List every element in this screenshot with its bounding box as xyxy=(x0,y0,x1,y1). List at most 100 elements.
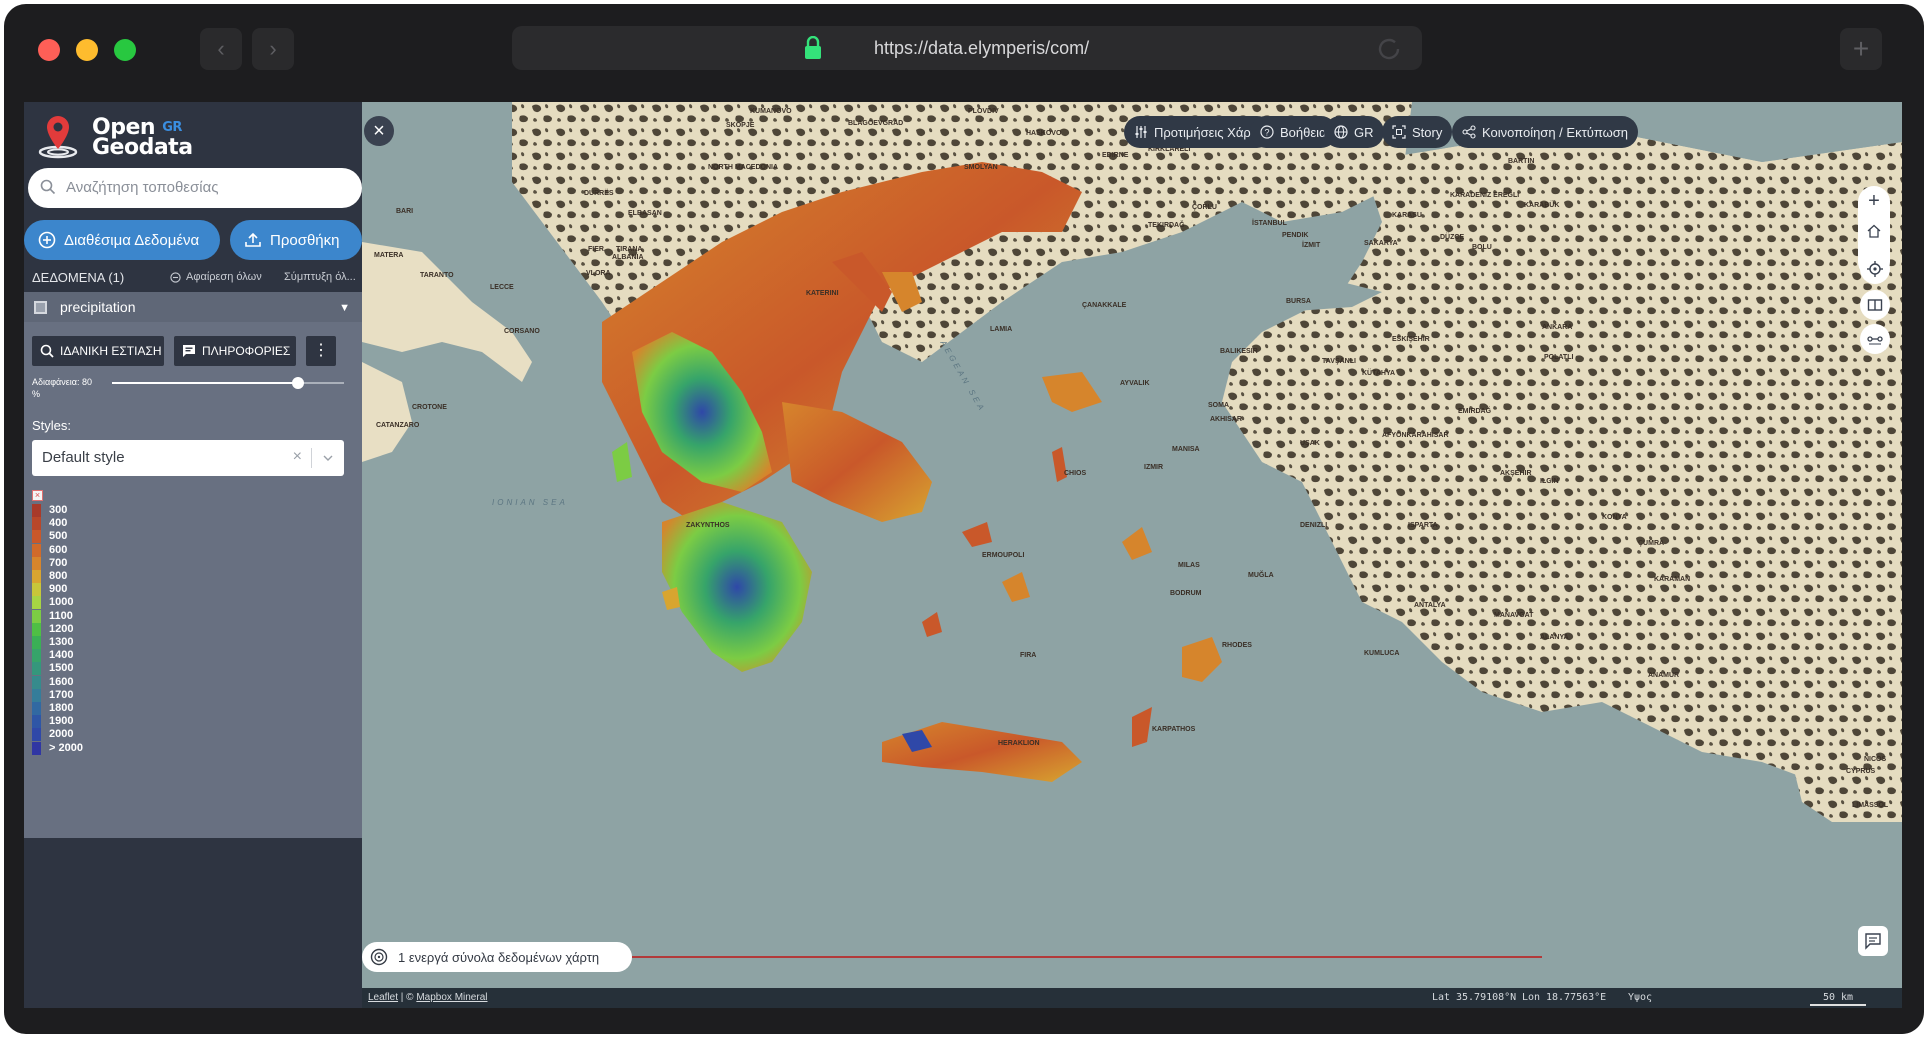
data-count: ΔΕΔΟΜΕΝΑ (1) xyxy=(32,270,125,285)
data-header: ΔΕΔΟΜΕΝΑ (1) Αφαίρεση όλων Σύμπτυξη όλ..… xyxy=(32,268,360,288)
map-label: IZMIR xyxy=(1144,464,1164,471)
legend-swatch xyxy=(32,543,41,557)
opacity-slider-thumb[interactable] xyxy=(291,377,304,389)
legend-item: 600 xyxy=(32,543,172,557)
story-button[interactable]: Story xyxy=(1382,116,1453,148)
layer-visibility-checkbox[interactable] xyxy=(34,301,47,314)
caret-down-icon[interactable]: ▼ xyxy=(339,302,350,314)
map-label: BLAGOEVGRAD xyxy=(848,120,904,127)
map-label: ANKARA xyxy=(1542,324,1573,331)
legend-item: > 2000 xyxy=(32,741,172,755)
kebab-menu-icon: ⋮ xyxy=(313,342,329,359)
map-label: DURRËS xyxy=(584,190,614,197)
add-data-button[interactable]: Προσθήκη xyxy=(230,220,362,260)
active-datasets-status[interactable]: 1 ενεργά σύνολα δεδομένων χάρτη xyxy=(362,942,632,972)
opacity-slider-fill xyxy=(112,382,298,384)
language-label: GR xyxy=(1354,124,1374,140)
app-content: Open GR Geodata Αναζήτηση τοποθεσίας Δια… xyxy=(24,102,1902,1008)
available-data-button[interactable]: Διαθέσιμα Δεδομένα xyxy=(24,220,220,260)
map-label: KARAMAN xyxy=(1654,576,1691,583)
crosshair-icon xyxy=(1867,261,1883,277)
map-label: MILAS xyxy=(1178,562,1200,569)
more-options-button[interactable]: ⋮ xyxy=(306,336,336,366)
home-button[interactable] xyxy=(1858,216,1890,246)
maximize-window-button[interactable] xyxy=(114,39,136,61)
style-select[interactable]: Default style × xyxy=(32,440,344,476)
language-button[interactable]: GR xyxy=(1324,116,1384,148)
location-search-input[interactable]: Αναζήτηση τοποθεσίας xyxy=(28,168,362,208)
address-bar[interactable]: https://data.elymperis/com/ xyxy=(512,26,1422,70)
reload-icon[interactable] xyxy=(1376,36,1402,62)
legend-item: 400 xyxy=(32,517,172,531)
svg-text:?: ? xyxy=(1264,128,1269,138)
minimize-window-button[interactable] xyxy=(76,39,98,61)
mapbox-link[interactable]: Mapbox Mineral xyxy=(416,992,487,1003)
map-label: ÇORLU xyxy=(1192,204,1217,211)
compare-button[interactable] xyxy=(1860,290,1890,320)
collapse-all-button[interactable]: Σύμπτυξη όλ... xyxy=(284,271,356,283)
map-label: BODRUM xyxy=(1170,590,1202,597)
map-label: ALANYA xyxy=(1540,634,1569,641)
map-label: TEKIRDAĞ xyxy=(1148,222,1185,229)
map-label: NORTH MACEDONIA xyxy=(708,164,778,171)
leaflet-link[interactable]: Leaflet xyxy=(368,992,398,1003)
legend-swatch xyxy=(32,675,41,689)
map-view[interactable]: NORTH MACEDONIA ALBANIA TIRANA BARI DURR… xyxy=(362,102,1902,1008)
chevron-right-icon: › xyxy=(269,36,277,61)
legend-label: 1600 xyxy=(49,675,74,688)
map-label: ISPARTA xyxy=(1408,522,1438,529)
comment-icon xyxy=(183,345,195,357)
zoom-in-button[interactable]: + xyxy=(1858,186,1890,216)
map-label: HASKOVO xyxy=(1026,130,1062,137)
opacity-label: Αδιαφάνεια: 80 % xyxy=(32,376,92,400)
legend-label: 1000 xyxy=(49,596,74,609)
map-label: SOMA xyxy=(1208,402,1229,409)
map-label: LIMASSOL xyxy=(1852,802,1889,809)
legend-item: 300 xyxy=(32,504,172,517)
attribution: Leaflet | © Mapbox Mineral xyxy=(368,992,488,1003)
locate-button[interactable] xyxy=(1860,254,1890,284)
map-label: CHIOS xyxy=(1064,470,1087,477)
timeline-bar[interactable] xyxy=(632,956,1542,958)
layer-row[interactable]: precipitation ▼ xyxy=(24,292,362,322)
upload-icon xyxy=(245,232,261,247)
minus-circle-icon xyxy=(170,271,181,283)
map-label: ANTALYA xyxy=(1414,602,1446,609)
available-data-label: Διαθέσιμα Δεδομένα xyxy=(64,231,200,249)
lat-value: 35.79108°N xyxy=(1456,992,1517,1003)
map-label: POLATLI xyxy=(1544,354,1574,361)
back-button[interactable]: ‹ xyxy=(200,28,242,70)
forward-button[interactable]: › xyxy=(252,28,294,70)
map-label: ESKIŞEHIR xyxy=(1392,336,1430,343)
logo-line-2: Geodata xyxy=(92,135,193,160)
share-icon xyxy=(1462,125,1476,139)
chevron-down-icon[interactable] xyxy=(322,452,334,464)
close-window-button[interactable] xyxy=(38,39,60,61)
map-label: TAVŞANLI xyxy=(1322,358,1356,365)
opacity-slider[interactable] xyxy=(112,377,344,389)
new-tab-button[interactable]: + xyxy=(1840,28,1882,70)
legend-label: 1500 xyxy=(49,662,74,675)
map-label: AFYONKARAHISAR xyxy=(1382,432,1449,439)
map-label: İSTANBUL xyxy=(1252,220,1287,227)
ideal-zoom-button[interactable]: ΙΔΑΝΙΚΗ ΕΣΤΙΑΣΗ xyxy=(32,336,164,366)
legend-item: 1100 xyxy=(32,609,172,623)
remove-all-button[interactable]: Αφαίρεση όλων xyxy=(170,271,262,283)
legend-swatch xyxy=(32,570,41,583)
measure-button[interactable] xyxy=(1860,324,1890,354)
legend-label: 400 xyxy=(49,517,68,530)
legend-item: 1400 xyxy=(32,649,172,663)
plus-icon: + xyxy=(1868,189,1880,212)
close-sidebar-button[interactable]: × xyxy=(364,116,394,146)
attribution-separator: | © xyxy=(398,992,417,1003)
opacity-text: Αδιαφάνεια: 80 xyxy=(32,377,92,387)
clear-icon[interactable]: × xyxy=(293,448,302,466)
legend-label: 300 xyxy=(49,504,68,516)
info-button[interactable]: ΠΛΗΡΟΦΟΡΙΕΣ xyxy=(174,336,296,366)
feedback-button[interactable] xyxy=(1858,926,1888,956)
legend-item: 1000 xyxy=(32,596,172,610)
map-pin-logo-icon xyxy=(38,116,78,159)
styles-label: Styles: xyxy=(32,418,72,433)
story-label: Story xyxy=(1412,124,1443,140)
share-print-button[interactable]: Κοινοποίηση / Εκτύπωση xyxy=(1452,116,1639,148)
